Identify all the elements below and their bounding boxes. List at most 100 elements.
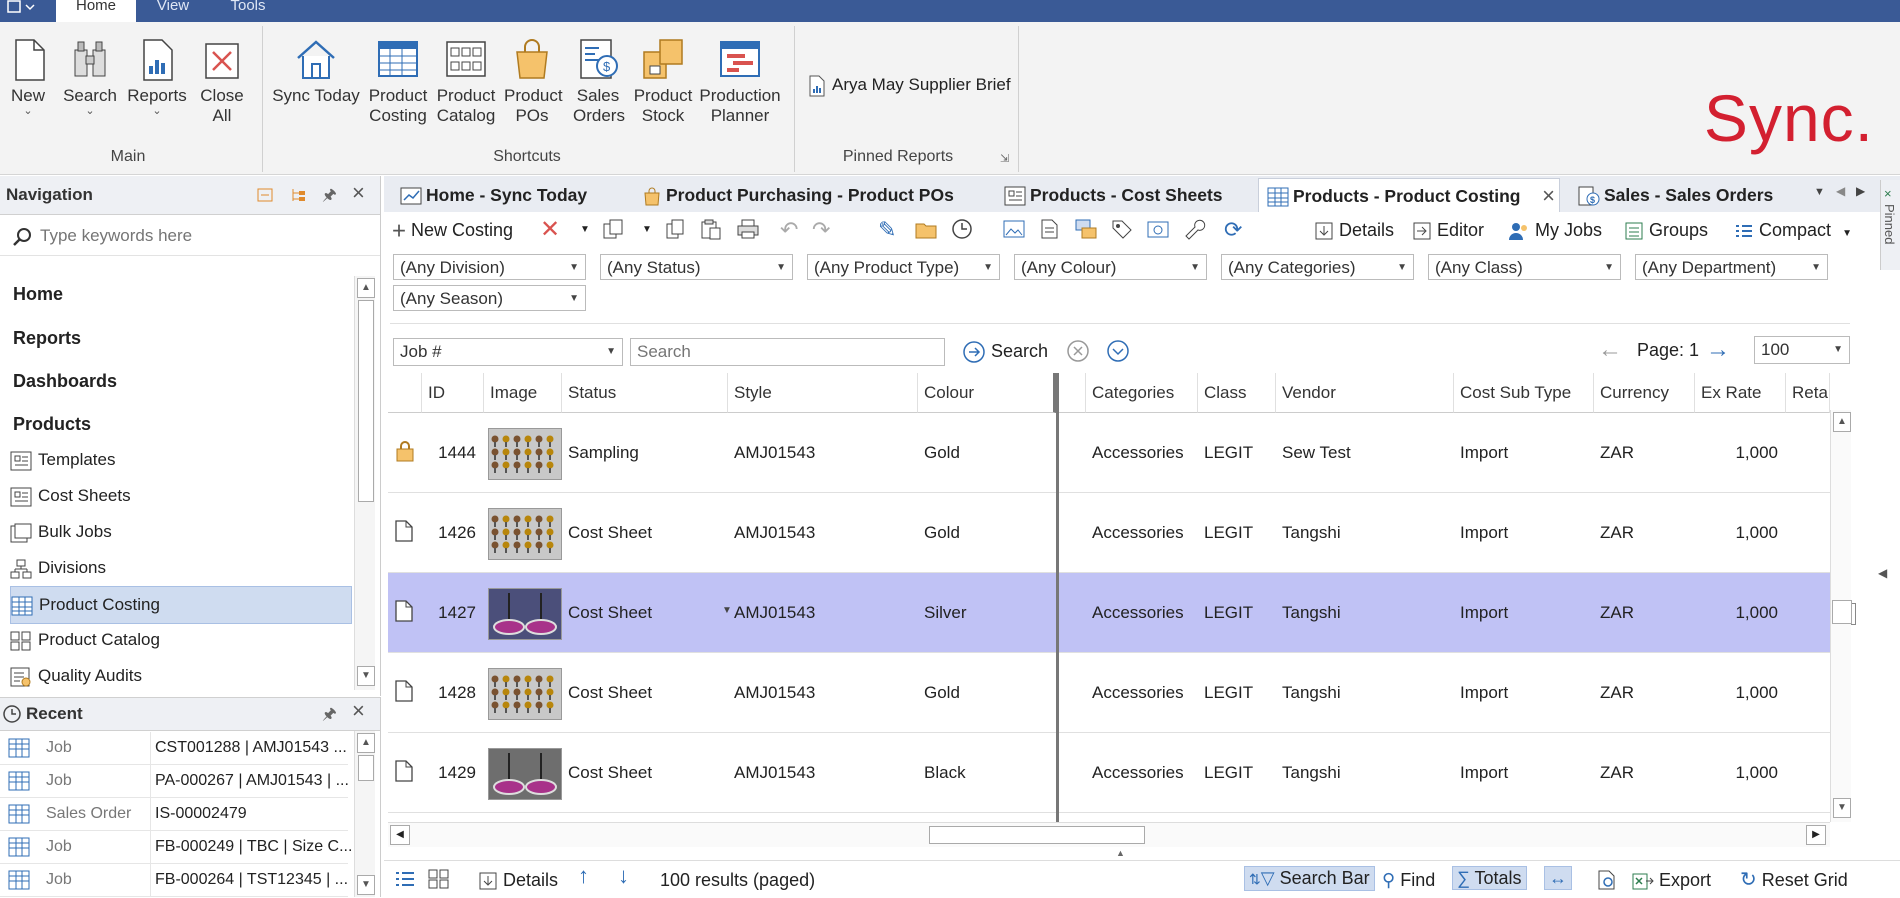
column-header-retail-price[interactable]: Retail P [1786,373,1830,413]
copy-icon[interactable] [664,218,686,240]
card-view-icon[interactable] [428,869,450,889]
chevron-down-icon[interactable]: ▼ [642,218,652,242]
nav-heading-home[interactable]: Home [13,284,63,305]
cell-status[interactable]: Sampling [562,413,728,492]
redo-icon[interactable]: ↷ [812,218,830,242]
product-stock-shortcut[interactable]: Product Stock [632,36,694,126]
cell-colour[interactable]: Silver [918,573,1056,652]
cell-currency[interactable]: ZAR [1594,493,1695,572]
dialog-launcher-icon[interactable]: ⇲ [1000,152,1009,165]
navigation-search-input[interactable] [38,223,362,249]
cell-cost-sub-type[interactable]: Import [1454,493,1594,572]
categories-filter[interactable]: (Any Categories) ▼ [1221,254,1414,280]
copy-multiple-icon[interactable] [602,218,626,240]
tab-products-product-costing[interactable]: Products - Product Costing × [1258,178,1560,213]
screenshot-icon[interactable] [1146,218,1170,240]
sidebar-item-product-costing[interactable]: Product Costing [10,586,352,624]
scroll-down-icon[interactable]: ▼ [1833,798,1851,818]
column-header-blank[interactable] [1056,373,1086,413]
cell-status[interactable]: Cost Sheet [562,493,728,572]
document-copy-icon[interactable] [1038,218,1060,240]
product-thumbnail[interactable] [488,508,562,560]
pinned-side-panel[interactable]: × Pinned [1880,180,1900,270]
clear-search-icon[interactable] [1066,339,1090,363]
cell-id[interactable]: 1444 [422,413,484,492]
next-page-icon[interactable]: → [1706,336,1730,364]
scroll-up-icon[interactable]: ▲ [357,278,375,298]
cell-vendor[interactable]: Tangshi [1276,493,1454,572]
scroll-down-icon[interactable]: ▼ [357,875,375,895]
product-thumbnail[interactable] [488,668,562,720]
tab-sales-sales-orders[interactable]: $ Sales - Sales Orders [1570,178,1808,212]
sidebar-item-templates[interactable]: Templates [10,442,350,478]
column-header-class[interactable]: Class [1198,373,1276,413]
navigation-search[interactable] [0,215,380,256]
details-toggle[interactable]: Details [1314,218,1394,242]
sidebar-item-product-catalog[interactable]: Product Catalog [10,622,350,658]
expand-search-icon[interactable] [1106,339,1130,363]
status-dropdown-icon[interactable]: ▼ [722,605,732,616]
scroll-thumb[interactable] [358,300,374,502]
tab-scroll-left-icon[interactable]: ◀ [1836,184,1845,198]
cell-categories[interactable]: Accessories [1086,573,1198,652]
cell-style[interactable]: AMJ01543 [728,733,918,812]
editor-toggle[interactable]: Editor [1412,218,1484,242]
cell-ex-rate[interactable]: 1,000 [1695,413,1786,492]
colour-filter[interactable]: (Any Colour) ▼ [1014,254,1207,280]
sync-today-button[interactable]: Sync Today [270,36,362,106]
table-row[interactable]: 1428 Cost Sheet AMJ01543 Gold Accessories LEG… [388,653,1830,733]
cell-class[interactable]: LEGIT [1198,653,1276,732]
cell-status[interactable]: Cost Sheet [562,653,728,732]
tab-product-purchasing-product-pos[interactable]: Product Purchasing - Product POs [634,178,992,212]
collapse-panel-icon[interactable]: ◀ [1878,566,1887,580]
cell-style[interactable]: AMJ01543 [728,413,918,492]
cell-colour[interactable]: Gold [918,493,1056,572]
move-down-icon[interactable]: ↓ [618,865,629,887]
scroll-thumb[interactable] [929,826,1145,844]
paste-icon[interactable] [700,218,722,240]
fit-columns-icon[interactable]: ↔ [1544,866,1572,890]
cell-ex-rate[interactable]: 1,000 [1695,573,1786,652]
cell-style[interactable]: AMJ01543 [728,493,918,572]
grid-search-input[interactable] [630,338,945,366]
column-header-vendor[interactable]: Vendor [1276,373,1454,413]
division-filter[interactable]: (Any Division) ▼ [393,254,586,280]
cell-colour[interactable]: Gold [918,413,1056,492]
scroll-left-icon[interactable]: ◀ [390,825,410,845]
page-size-select[interactable]: 100 ▼ [1754,336,1850,364]
cell-status[interactable]: Cost Sheet [562,573,728,652]
tag-icon[interactable] [1110,218,1134,240]
cell-currency[interactable]: ZAR [1594,413,1695,492]
search-field-select[interactable]: Job # ▼ [393,338,623,366]
cell-vendor[interactable]: Tangshi [1276,573,1454,652]
cell-class[interactable]: LEGIT [1198,733,1276,812]
ribbon-tab-tools[interactable]: Tools [220,0,276,22]
season-filter[interactable]: (Any Season) ▼ [393,285,586,311]
collapse-all-icon[interactable] [256,186,274,204]
cell-status[interactable]: Cost Sheet [562,733,728,812]
sidebar-item-divisions[interactable]: Divisions [10,550,350,586]
table-row[interactable]: 1427 Cost Sheet AMJ01543 Silver Accessories L… [388,573,1830,653]
tree-view-icon[interactable] [290,186,308,204]
close-all-button[interactable]: Close All [196,36,248,126]
recent-row[interactable]: Job CST001288 | AMJ01543 ... [0,732,348,765]
class-filter[interactable]: (Any Class) ▼ [1428,254,1621,280]
column-header-image[interactable]: Image [484,373,562,413]
image-icon[interactable] [1002,218,1026,240]
tab-list-dropdown-icon[interactable]: ▼ [1814,186,1825,198]
grid-vertical-scrollbar[interactable]: ▲ ▼ [1830,410,1852,822]
cell-cost-sub-type[interactable]: Import [1454,653,1594,732]
search-button[interactable]: Search [962,338,1048,364]
new-button[interactable]: New ⌄ [6,36,50,117]
reports-button[interactable]: Reports ⌄ [126,36,188,117]
grid-horizontal-scrollbar[interactable]: ◀ ▶ [388,822,1830,847]
product-costing-shortcut[interactable]: Product Costing [366,36,430,126]
product-type-filter[interactable]: (Any Product Type) ▼ [807,254,1000,280]
table-row[interactable]: 1426 Cost Sheet AMJ01543 Gold Accessories LEG… [388,493,1830,573]
cell-vendor[interactable]: Sew Test [1276,413,1454,492]
cell-categories[interactable]: Accessories [1086,493,1198,572]
list-view-icon[interactable] [394,869,416,889]
department-filter[interactable]: (Any Department) ▼ [1635,254,1828,280]
cell-class[interactable]: LEGIT [1198,413,1276,492]
previous-page-icon[interactable]: ← [1598,336,1622,364]
